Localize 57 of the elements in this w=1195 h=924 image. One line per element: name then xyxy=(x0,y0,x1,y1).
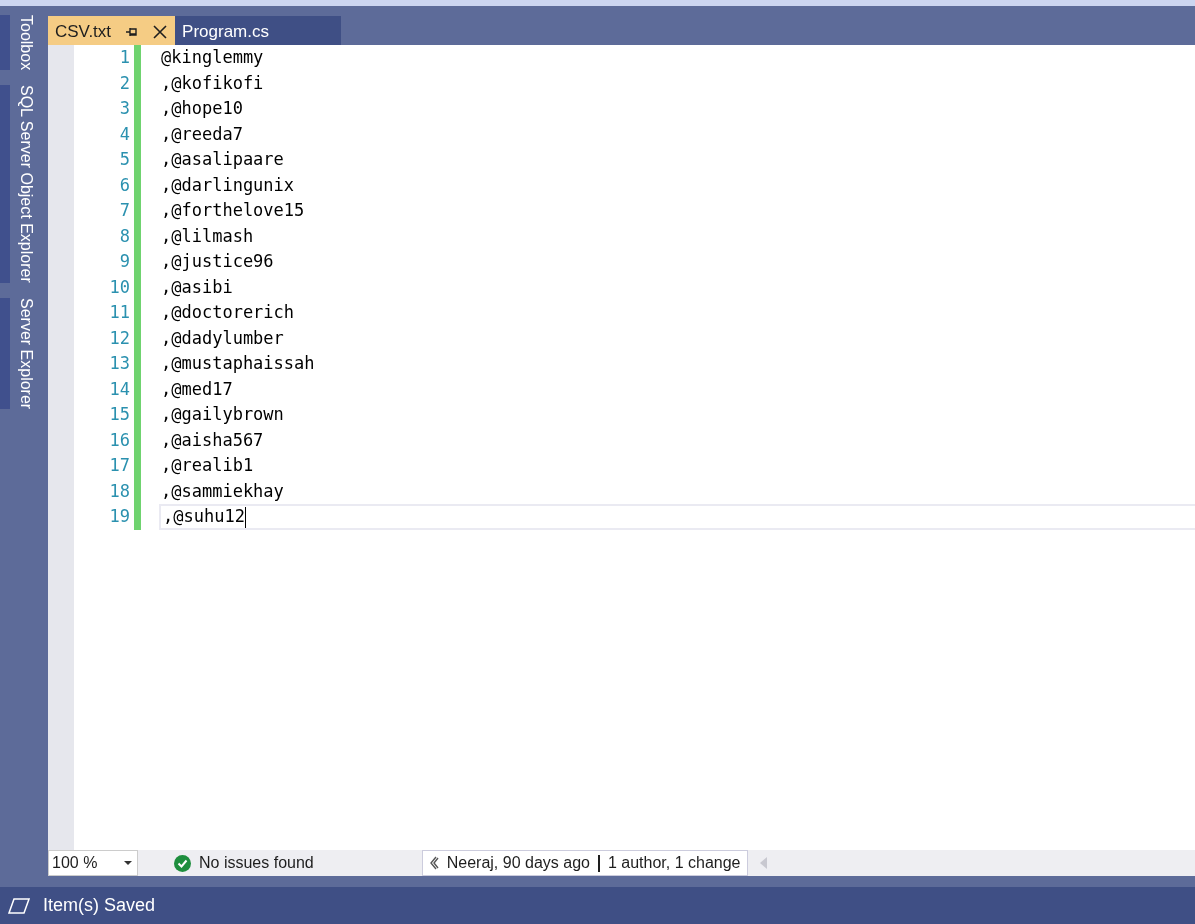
line-number: 4 xyxy=(118,122,131,146)
line-number: 10 xyxy=(108,275,131,299)
status-text: Item(s) Saved xyxy=(43,894,156,917)
line-number: 8 xyxy=(118,224,131,248)
code-line: ,@realib1 xyxy=(160,454,255,477)
line-number: 3 xyxy=(118,97,131,120)
line-number: 13 xyxy=(108,352,131,375)
line-number: 12 xyxy=(108,326,131,350)
issues-status[interactable]: No issues found xyxy=(199,851,314,875)
line-number: 11 xyxy=(108,301,131,324)
pin-icon[interactable] xyxy=(125,25,140,38)
code-line: ,@aisha567 xyxy=(160,428,265,452)
code-line: ,@asalipaare xyxy=(160,148,285,171)
git-info-panel[interactable]: Neeraj, 90 days ago 1 author, 1 change xyxy=(421,850,748,876)
line-number: 1 xyxy=(118,46,131,69)
code-line: ,@kofikofi xyxy=(160,71,265,95)
document-tab[interactable]: Program.cs xyxy=(175,16,342,45)
status-icon xyxy=(8,897,30,914)
code-line: ,@justice96 xyxy=(160,250,275,273)
code-line: ,@reeda7 xyxy=(160,122,244,146)
side-panel-tab[interactable]: SQL Server Object Explorer xyxy=(15,85,37,283)
side-panel-strip xyxy=(0,15,10,71)
code-line: ,@med17 xyxy=(160,377,234,401)
line-number: 2 xyxy=(118,71,131,95)
line-number: 19 xyxy=(108,505,131,528)
text-caret xyxy=(244,506,246,528)
check-icon xyxy=(174,854,191,872)
code-line: ,@sammiekhay xyxy=(160,479,285,503)
side-panel-tab[interactable]: Toolbox xyxy=(15,15,37,71)
code-line: ,@doctorerich xyxy=(160,301,296,324)
line-number: 9 xyxy=(118,250,131,273)
code-line: ,@lilmash xyxy=(160,224,255,248)
caret-icon xyxy=(123,860,133,866)
git-author-text: Neeraj, 90 days ago xyxy=(446,853,590,873)
code-line: ,@hope10 xyxy=(160,97,244,120)
code-line: ,@mustaphaissah xyxy=(160,352,316,375)
line-number: 18 xyxy=(108,479,131,503)
code-line: ,@forthelove15 xyxy=(160,199,306,222)
line-number: 16 xyxy=(108,428,131,452)
line-number: 5 xyxy=(118,148,131,171)
code-line: @kinglemmy xyxy=(160,46,265,69)
line-number: 7 xyxy=(118,199,131,222)
code-line: ,@dadylumber xyxy=(160,326,285,350)
document-tab[interactable]: CSV.txt xyxy=(48,16,176,45)
line-number: 6 xyxy=(118,173,131,197)
line-number: 17 xyxy=(108,454,131,477)
side-panel-tab[interactable]: Server Explorer xyxy=(15,297,37,409)
code-line: ,@suhu12 xyxy=(159,504,1195,530)
line-number: 14 xyxy=(108,377,131,401)
code-line: ,@gailybrown xyxy=(160,403,285,426)
close-icon[interactable] xyxy=(153,24,168,39)
git-changes-text: 1 author, 1 change xyxy=(607,853,741,873)
code-line: ,@darlingunix xyxy=(160,173,296,197)
code-line: ,@asibi xyxy=(160,275,234,299)
chevron-icon xyxy=(428,856,439,870)
line-number: 15 xyxy=(108,403,131,426)
zoom-dropdown[interactable]: 100 % xyxy=(48,850,138,876)
